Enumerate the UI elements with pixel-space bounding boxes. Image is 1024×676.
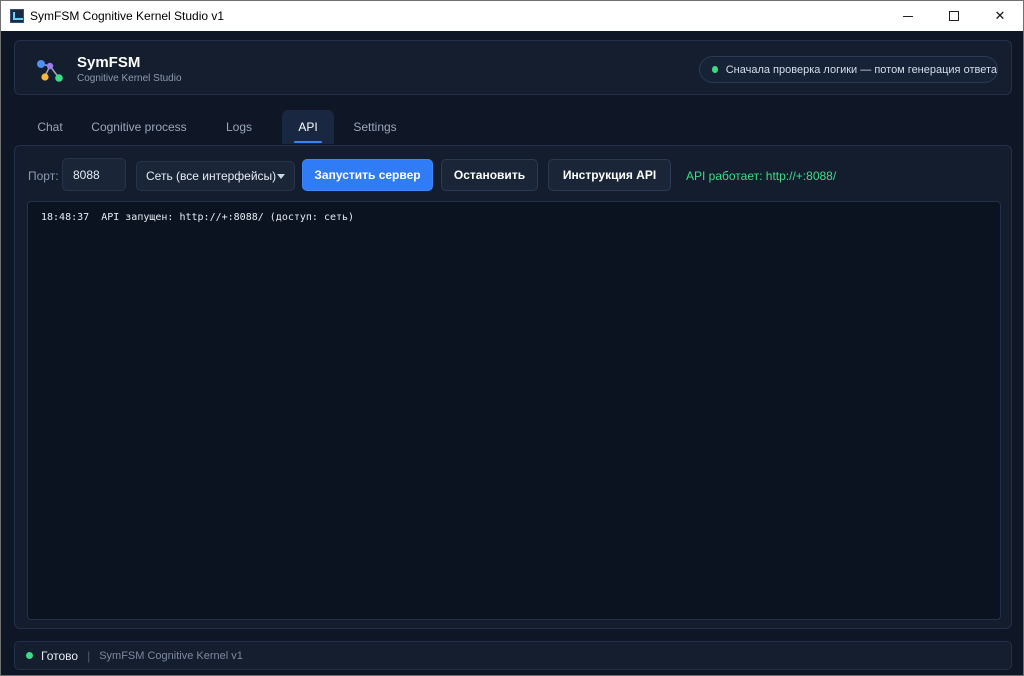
window-title: SymFSM Cognitive Kernel Studio v1 xyxy=(30,9,225,23)
api-panel: Порт: Сеть (все интерфейсы) Запустить се… xyxy=(14,145,1012,629)
status-dot-icon xyxy=(26,652,33,659)
tab-settings[interactable]: Settings xyxy=(334,110,416,144)
chevron-down-icon xyxy=(277,174,285,179)
brand-subtitle: Cognitive Kernel Studio xyxy=(77,73,182,84)
maximize-button[interactable] xyxy=(931,1,977,31)
network-select-value: Сеть (все интерфейсы) xyxy=(146,169,277,183)
version-text: SymFSM Cognitive Kernel v1 xyxy=(99,649,243,662)
tab-api[interactable]: API xyxy=(282,110,334,144)
status-text: Готово xyxy=(41,648,79,663)
tab-chat[interactable]: Chat xyxy=(26,110,74,144)
brand-name: SymFSM xyxy=(77,54,141,71)
close-button[interactable]: ✕ xyxy=(977,1,1023,31)
start-server-button[interactable]: Запустить сервер xyxy=(302,159,433,191)
api-log[interactable]: 18:48:37 API запущен: http://+:8088/ (до… xyxy=(27,201,1001,620)
close-icon: ✕ xyxy=(994,8,1006,24)
hint-badge: Сначала проверка логики — потом генераци… xyxy=(699,56,998,83)
network-select[interactable]: Сеть (все интерфейсы) xyxy=(136,161,295,191)
port-label: Порт: xyxy=(28,169,59,183)
tab-bar: Chat Cognitive process Logs API Settings xyxy=(26,110,416,144)
separator: | xyxy=(87,648,91,663)
tab-logs[interactable]: Logs xyxy=(208,110,270,144)
maximize-icon xyxy=(949,11,959,21)
port-input[interactable] xyxy=(62,158,126,191)
app-window: SymFSM Cognitive Kernel Studio v1 ✕ SymF… xyxy=(0,0,1024,676)
status-bar: Готово | SymFSM Cognitive Kernel v1 xyxy=(14,641,1012,670)
stop-server-button[interactable]: Остановить xyxy=(441,159,538,191)
status-dot-icon xyxy=(712,66,718,73)
app-icon xyxy=(10,9,24,23)
hint-text: Сначала проверка логики — потом генераци… xyxy=(725,63,997,76)
title-bar[interactable]: SymFSM Cognitive Kernel Studio v1 ✕ xyxy=(1,1,1023,31)
header-card: SymFSM Cognitive Kernel Studio Сначала п… xyxy=(14,40,1012,95)
window-controls: ✕ xyxy=(885,1,1023,31)
minimize-button[interactable] xyxy=(885,1,931,31)
logo-icon xyxy=(37,60,63,82)
api-docs-button[interactable]: Инструкция API xyxy=(548,159,671,191)
tab-cognitive-process[interactable]: Cognitive process xyxy=(78,110,200,144)
minimize-icon xyxy=(903,15,913,17)
log-line: 18:48:37 API запущен: http://+:8088/ (до… xyxy=(41,212,355,223)
api-status: API работает: http://+:8088/ xyxy=(686,169,837,183)
